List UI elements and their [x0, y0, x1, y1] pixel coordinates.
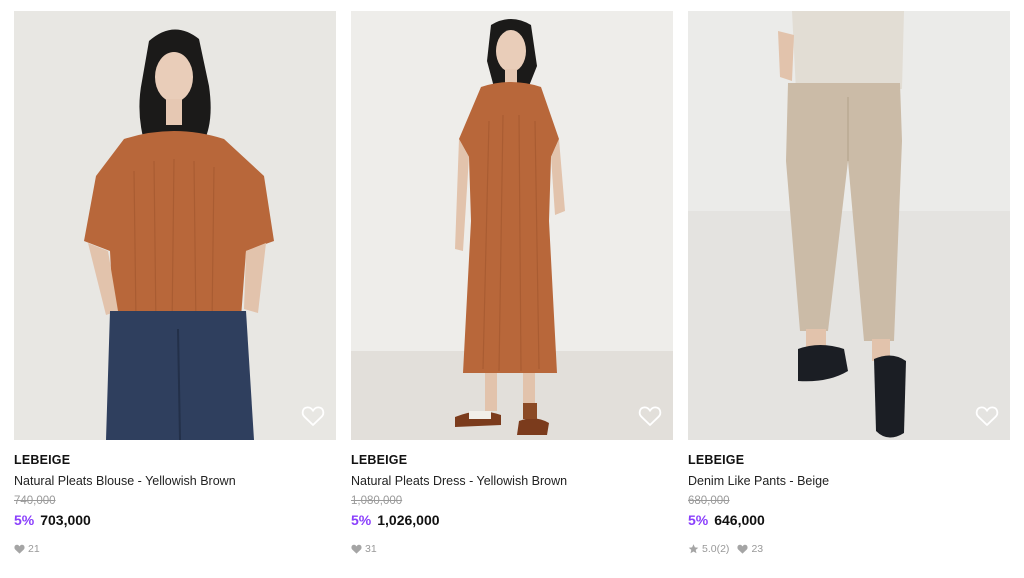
heart-outline-icon [638, 406, 662, 426]
product-image[interactable] [14, 11, 336, 440]
original-price: 740,000 [14, 495, 56, 507]
product-grid: LEBEIGE Natural Pleats Blouse - Yellowis… [0, 0, 1024, 578]
product-stats: 31 [351, 543, 673, 555]
heart-outline-icon [975, 406, 999, 426]
brand-name[interactable]: LEBEIGE [14, 453, 336, 468]
product-stats: 5.0(2) 23 [688, 543, 1010, 555]
product-card[interactable]: LEBEIGE Natural Pleats Blouse - Yellowis… [14, 11, 336, 555]
sale-price: 646,000 [714, 512, 765, 528]
price-row: 5% 1,026,000 [351, 511, 673, 529]
sale-price: 1,026,000 [377, 512, 440, 528]
heart-filled-icon [737, 544, 748, 554]
product-photo [14, 11, 336, 440]
brand-name[interactable]: LEBEIGE [688, 453, 1010, 468]
likes: 23 [737, 543, 763, 555]
price-row: 5% 646,000 [688, 511, 1010, 529]
rating-value: 5.0(2) [702, 543, 730, 555]
likes-count: 21 [28, 543, 40, 555]
likes: 21 [14, 543, 40, 555]
likes-count: 31 [365, 543, 377, 555]
star-icon [688, 544, 699, 554]
product-image[interactable] [688, 11, 1010, 440]
original-price: 680,000 [688, 495, 730, 507]
discount-rate: 5% [351, 512, 372, 528]
heart-outline-icon [301, 406, 325, 426]
product-card[interactable]: LEBEIGE Natural Pleats Dress - Yellowish… [351, 11, 673, 555]
wishlist-button[interactable] [300, 404, 326, 428]
heart-filled-icon [14, 544, 25, 554]
sale-price: 703,000 [40, 512, 91, 528]
discount-rate: 5% [14, 512, 35, 528]
product-photo [688, 11, 1010, 440]
likes-count: 23 [751, 543, 764, 555]
rating: 5.0(2) [688, 543, 729, 555]
product-image[interactable] [351, 11, 673, 440]
heart-filled-icon [351, 544, 362, 554]
wishlist-button[interactable] [637, 404, 663, 428]
product-card[interactable]: LEBEIGE Denim Like Pants - Beige 680,000… [688, 11, 1010, 555]
brand-name[interactable]: LEBEIGE [351, 453, 673, 468]
original-price: 1,080,000 [351, 495, 403, 507]
discount-rate: 5% [688, 512, 709, 528]
price-row: 5% 703,000 [14, 511, 336, 529]
product-name[interactable]: Natural Pleats Blouse - Yellowish Brown [14, 473, 336, 489]
product-photo [351, 11, 673, 440]
product-name[interactable]: Natural Pleats Dress - Yellowish Brown [351, 473, 673, 489]
wishlist-button[interactable] [974, 404, 1000, 428]
product-stats: 21 [14, 543, 336, 555]
product-name[interactable]: Denim Like Pants - Beige [688, 473, 1010, 489]
likes: 31 [351, 543, 377, 555]
